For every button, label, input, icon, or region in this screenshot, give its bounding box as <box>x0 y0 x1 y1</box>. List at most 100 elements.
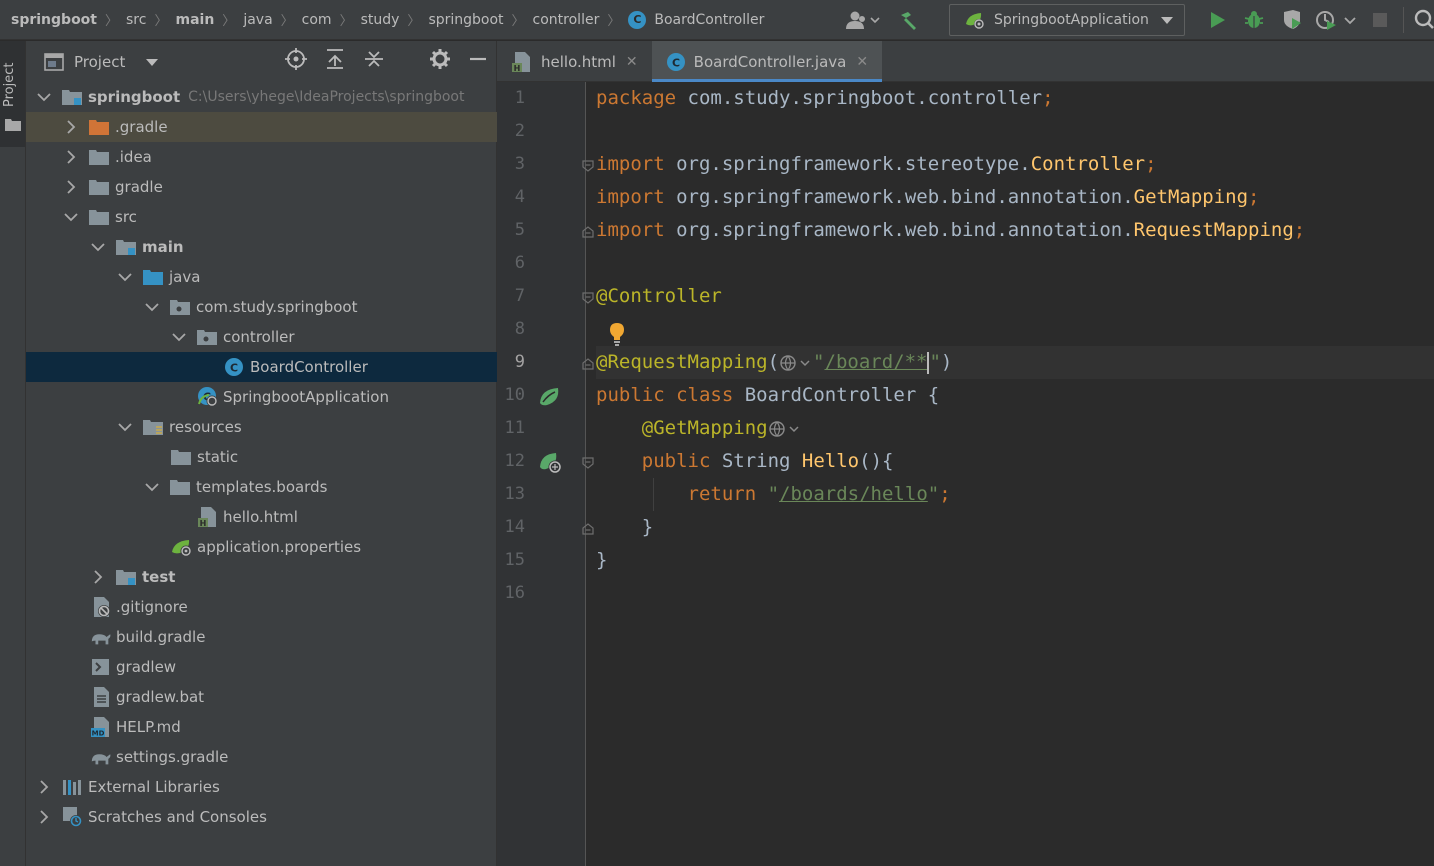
code-line-12[interactable]: public String Hello(){ <box>596 445 894 478</box>
breadcrumb-boardcontroller[interactable]: BoardController <box>654 12 764 28</box>
fold-collapse-icon[interactable] <box>581 291 595 305</box>
search-everywhere-button[interactable] <box>1412 6 1434 34</box>
code-line-3[interactable]: import org.springframework.stereotype.Co… <box>596 148 1157 181</box>
tree-item-static[interactable]: static <box>26 442 497 472</box>
fold-collapse-icon[interactable] <box>581 456 595 470</box>
chevron-down-icon[interactable] <box>117 272 133 282</box>
code-line-4[interactable]: import org.springframework.web.bind.anno… <box>596 181 1259 214</box>
user-account-button[interactable] <box>841 6 885 34</box>
tree-item-gradle-cache[interactable]: .gradle <box>26 112 497 142</box>
project-view-select[interactable]: Project <box>74 53 125 71</box>
editor-gutter[interactable]: 1 2 3 4 5 6 7 8 9 10 11 12 13 14 15 16 <box>497 82 594 866</box>
chevron-right-icon[interactable] <box>63 180 79 194</box>
close-icon[interactable]: ✕ <box>626 54 638 70</box>
editor-tab-hello-html[interactable]: H hello.html ✕ <box>497 41 652 82</box>
tree-item-src[interactable]: src <box>26 202 497 232</box>
url-path-string[interactable]: /board/** <box>825 351 928 373</box>
tree-item-test[interactable]: test <box>26 562 497 592</box>
breadcrumb-java[interactable]: java <box>243 12 272 28</box>
chevron-right-icon[interactable] <box>90 570 106 584</box>
run-button[interactable] <box>1199 6 1235 34</box>
code-line-1[interactable]: package com.study.springboot.controller; <box>596 82 1054 115</box>
spring-request-mapping-icon[interactable] <box>538 451 564 475</box>
tree-item-root[interactable]: springboot C:\Users\yhege\IdeaProjects\s… <box>26 82 497 112</box>
tree-item-label: .idea <box>115 148 152 166</box>
annotation: @Controller <box>596 285 722 307</box>
tree-item-package-com-study-springboot[interactable]: com.study.springboot <box>26 292 497 322</box>
tree-item-scratches-and-consoles[interactable]: Scratches and Consoles <box>26 802 497 832</box>
tree-item-springbootapplication[interactable]: C SpringbootApplication <box>26 382 497 412</box>
tree-item-java[interactable]: java <box>26 262 497 292</box>
breadcrumb-src[interactable]: src <box>126 12 146 28</box>
url-inlay-hint[interactable] <box>768 420 802 438</box>
fold-end-icon[interactable] <box>581 357 595 371</box>
code-line-9[interactable]: @RequestMapping("/board/** ") <box>596 346 1434 379</box>
chevron-down-icon[interactable] <box>145 57 159 67</box>
spring-bean-icon[interactable] <box>538 385 562 409</box>
tree-item-application-properties[interactable]: application.properties <box>26 532 497 562</box>
chevron-down-icon[interactable] <box>144 302 160 312</box>
tree-item-external-libraries[interactable]: External Libraries <box>26 772 497 802</box>
code-line-11[interactable]: @GetMapping <box>596 412 802 445</box>
url-inlay-hint[interactable] <box>779 354 813 372</box>
run-with-coverage-button[interactable] <box>1273 6 1311 34</box>
code-line-10[interactable]: public class BoardController { <box>596 379 939 412</box>
editor-tab-boardcontroller-java[interactable]: C BoardController.java ✕ <box>651 41 883 82</box>
chevron-down-icon[interactable] <box>63 212 79 222</box>
lightbulb-icon[interactable] <box>608 322 626 346</box>
chevron-right-icon[interactable] <box>63 150 79 164</box>
chevron-right-icon[interactable] <box>36 780 52 794</box>
run-configuration-select[interactable]: SpringbootApplication <box>949 4 1185 36</box>
code-line-13[interactable]: return "/boards/hello"; <box>596 478 951 511</box>
template-path-string[interactable]: /boards/hello <box>779 483 928 505</box>
tree-item-settings-gradle[interactable]: settings.gradle <box>26 742 497 772</box>
chevron-right-icon[interactable] <box>63 120 79 134</box>
breadcrumb-springboot-package[interactable]: springboot <box>428 12 503 28</box>
chevron-down-icon[interactable] <box>144 482 160 492</box>
stop-button[interactable] <box>1363 6 1397 34</box>
folder-icon <box>89 208 111 226</box>
tree-item-gradlew-bat[interactable]: gradlew.bat <box>26 682 497 712</box>
chevron-down-icon[interactable] <box>36 92 52 102</box>
close-icon[interactable]: ✕ <box>856 54 868 70</box>
breadcrumb-com[interactable]: com <box>302 12 332 28</box>
tree-item-resources[interactable]: resources <box>26 412 497 442</box>
code-editor[interactable]: 1 2 3 4 5 6 7 8 9 10 11 12 13 14 15 16 p… <box>497 82 1434 866</box>
code-line-15[interactable]: } <box>596 544 607 577</box>
code-line-5[interactable]: import org.springframework.web.bind.anno… <box>596 214 1305 247</box>
tree-item-templates-boards[interactable]: templates.boards <box>26 472 497 502</box>
hide-panel-icon[interactable] <box>468 48 488 70</box>
tree-item-main[interactable]: main <box>26 232 497 262</box>
chevron-down-icon[interactable] <box>171 332 187 342</box>
code-line-7[interactable]: @Controller <box>596 280 722 313</box>
tree-item-hello-html[interactable]: H hello.html <box>26 502 497 532</box>
profiler-button[interactable] <box>1311 6 1363 34</box>
breadcrumb-springboot[interactable]: springboot <box>11 12 97 28</box>
expand-all-icon[interactable] <box>324 48 346 70</box>
tree-item-idea[interactable]: .idea <box>26 142 497 172</box>
locate-file-icon[interactable] <box>285 48 307 70</box>
tree-item-help-md[interactable]: MD HELP.md <box>26 712 497 742</box>
tree-item-gradle[interactable]: gradle <box>26 172 497 202</box>
chevron-down-icon[interactable] <box>117 422 133 432</box>
shell-script-icon <box>90 657 112 677</box>
code-line-14[interactable]: } <box>596 511 653 544</box>
tree-item-build-gradle[interactable]: build.gradle <box>26 622 497 652</box>
tree-item-package-controller[interactable]: controller <box>26 322 497 352</box>
gear-icon[interactable] <box>429 48 451 70</box>
chevron-right-icon[interactable] <box>36 810 52 824</box>
fold-collapse-icon[interactable] <box>581 159 595 173</box>
build-button[interactable] <box>893 6 923 34</box>
breadcrumb-main[interactable]: main <box>175 12 214 28</box>
fold-end-icon[interactable] <box>581 522 595 536</box>
breadcrumb-controller[interactable]: controller <box>533 12 600 28</box>
collapse-all-icon[interactable] <box>363 48 385 70</box>
tree-item-gradlew[interactable]: gradlew <box>26 652 497 682</box>
debug-button[interactable] <box>1235 6 1273 34</box>
breadcrumb-study[interactable]: study <box>361 12 400 28</box>
tree-item-gitignore[interactable]: .gitignore <box>26 592 497 622</box>
project-tool-window-tab[interactable]: Project <box>0 41 25 147</box>
tree-item-boardcontroller[interactable]: C BoardController <box>26 352 497 382</box>
fold-end-icon[interactable] <box>581 225 595 239</box>
chevron-down-icon[interactable] <box>90 242 106 252</box>
